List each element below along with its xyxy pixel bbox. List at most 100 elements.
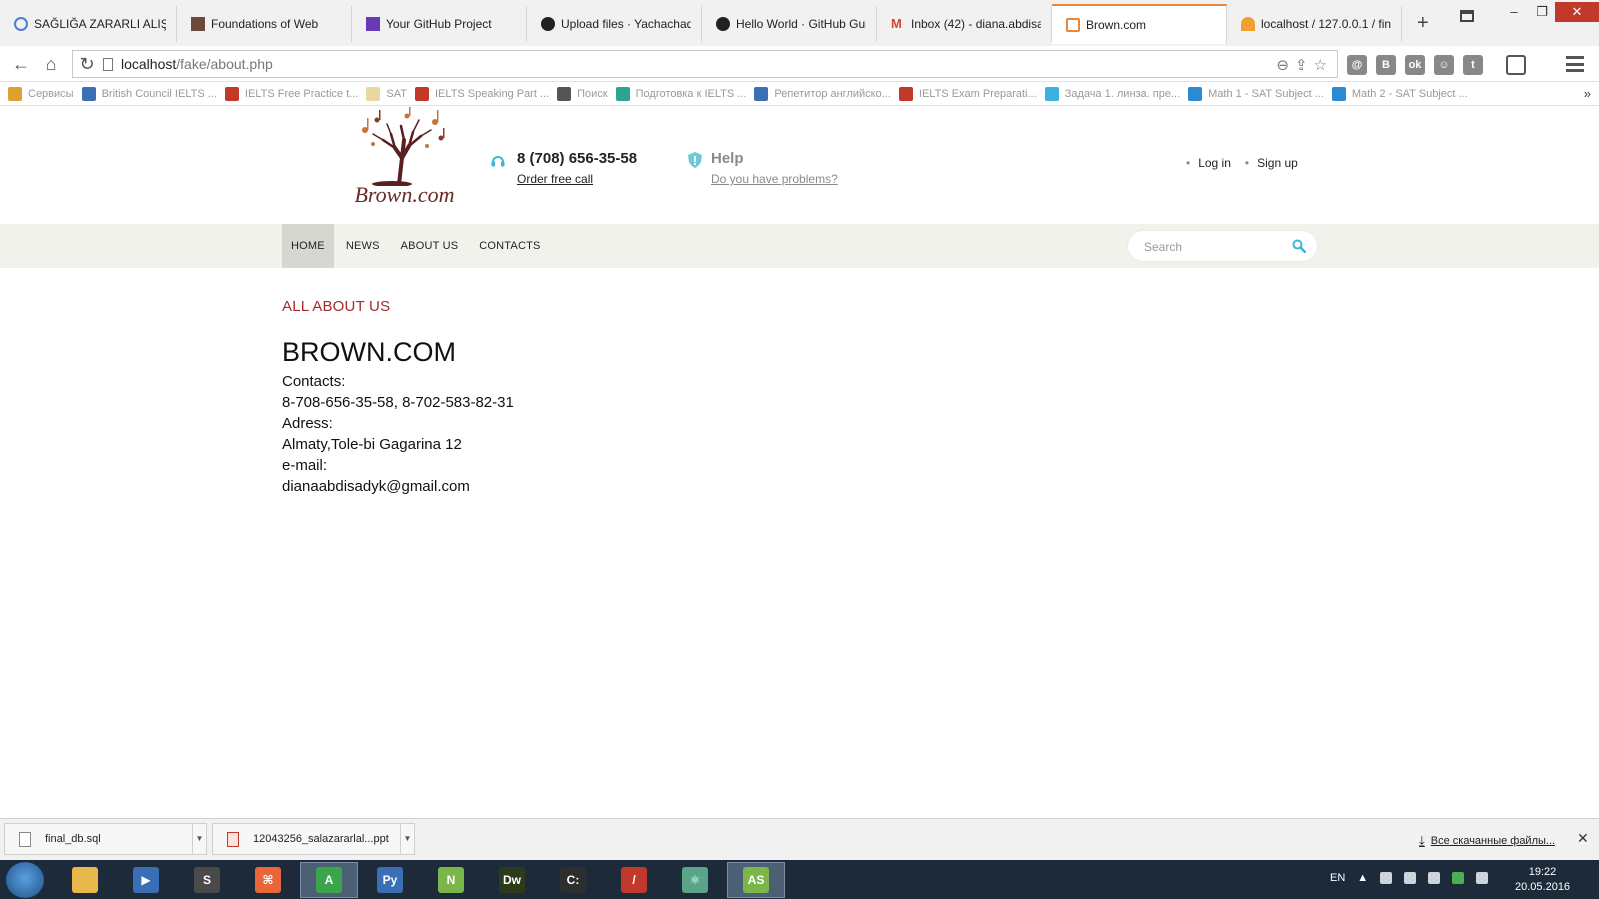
tab-search-icon[interactable] xyxy=(1460,10,1474,22)
download-filename: 12043256_salazararlal...ppt xyxy=(253,833,389,845)
search-icon[interactable] xyxy=(1292,239,1306,253)
aptana-icon: A xyxy=(316,867,342,893)
menu-icon[interactable] xyxy=(1566,56,1584,72)
taskbar-app-dreamweaver[interactable]: Dw xyxy=(483,862,541,898)
chevron-down-icon[interactable]: ▼ xyxy=(192,824,206,854)
clock-time: 19:22 xyxy=(1528,866,1557,878)
search-input[interactable] xyxy=(1144,238,1284,256)
taskbar-app-terminal[interactable]: C: xyxy=(544,862,602,898)
windows-flag-icon[interactable] xyxy=(1380,872,1393,884)
ok-extension-icon[interactable]: ok xyxy=(1405,55,1425,75)
clock-date: 20.05.2016 xyxy=(1515,881,1571,893)
restore-icon[interactable]: ❐ xyxy=(1528,2,1556,22)
taskbar-app-python[interactable]: Py xyxy=(361,862,419,898)
bookmark-item[interactable]: Задача 1. линза. пре... xyxy=(1044,86,1180,101)
bookmark-item[interactable]: Подготовка к IELTS ... xyxy=(615,86,746,101)
start-button[interactable] xyxy=(6,862,44,898)
show-all-downloads-link[interactable]: ⤓ Все скачанные файлы... xyxy=(1419,833,1555,849)
tab-sagliga[interactable]: SAĞLIĞA ZARARLI ALIŞKA xyxy=(0,6,177,42)
language-indicator[interactable]: EN xyxy=(1330,872,1345,884)
bookmark-item[interactable]: IELTS Exam Preparati... xyxy=(898,86,1037,101)
download-item[interactable]: final_db.sql ▼ xyxy=(4,823,207,855)
tray-expand-icon[interactable]: ▲ xyxy=(1357,872,1368,884)
sublime-text-icon: S xyxy=(194,867,220,893)
bookmark-item[interactable]: SAT xyxy=(366,86,407,101)
bookmark-item[interactable]: Сервисы xyxy=(8,86,74,101)
reload-icon[interactable]: ↻ xyxy=(77,52,97,76)
chevron-down-icon[interactable]: ▼ xyxy=(400,824,414,854)
taskbar-app-android-studio[interactable]: AS xyxy=(727,862,785,898)
explorer-icon xyxy=(72,867,98,893)
close-window-icon[interactable]: ✕ xyxy=(1555,2,1599,22)
url-text[interactable]: localhost/fake/about.php xyxy=(121,56,273,72)
battery-icon[interactable] xyxy=(1452,872,1465,884)
tab-label: localhost / 127.0.0.1 / fina xyxy=(1261,17,1391,31)
twitter-extension-icon[interactable]: t xyxy=(1463,55,1483,75)
clock[interactable]: 19:22 20.05.2016 xyxy=(1515,865,1570,895)
bookmark-item[interactable]: Math 2 - SAT Subject ... xyxy=(1331,86,1468,101)
taskbar-app-xampp[interactable]: ⌘ xyxy=(239,862,297,898)
omnibox-actions: ⊖ ⇪ ☆ xyxy=(1276,56,1327,74)
bookmark-item[interactable]: Math 1 - SAT Subject ... xyxy=(1188,86,1324,101)
tab-upload-files[interactable]: Upload files · Yachachadi xyxy=(527,6,702,42)
minimize-icon[interactable]: – xyxy=(1500,2,1528,22)
page-viewport: Brown.com 8 (708) 656-35-58 Order free c… xyxy=(0,106,1599,818)
taskbar-app-atom[interactable]: ⚛ xyxy=(666,862,724,898)
address-bar[interactable]: ↻ localhost/fake/about.php ⊖ ⇪ ☆ xyxy=(72,50,1338,78)
tab-phpmyadmin[interactable]: localhost / 127.0.0.1 / fina xyxy=(1227,6,1402,42)
network-icon[interactable] xyxy=(1428,872,1441,884)
email-label: e-mail: xyxy=(282,457,328,474)
signup-link[interactable]: Sign up xyxy=(1257,156,1298,170)
taskbar-app-sublime-text[interactable]: S xyxy=(178,862,236,898)
tab-brown-com[interactable]: Brown.com xyxy=(1052,4,1227,44)
media-player-icon: ▶ xyxy=(133,867,159,893)
nav-news[interactable]: NEWS xyxy=(337,224,389,268)
taskbar-app-explorer[interactable] xyxy=(56,862,114,898)
zoom-icon[interactable]: ⊖ xyxy=(1276,56,1289,74)
tab-hello-world[interactable]: Hello World · GitHub Gui xyxy=(702,6,877,42)
vk-extension-icon[interactable]: B xyxy=(1376,55,1396,75)
chat-extension-icon[interactable]: ☺ xyxy=(1434,55,1454,75)
tab-inbox[interactable]: M Inbox (42) - diana.abdisa xyxy=(877,6,1052,42)
close-shelf-icon[interactable]: ✕ xyxy=(1577,830,1589,847)
bookmark-item[interactable]: Поиск xyxy=(557,86,608,101)
order-free-call-link[interactable]: Order free call xyxy=(517,172,593,186)
taskbar-app-aptana[interactable]: A xyxy=(300,862,358,898)
bookmark-label: Math 1 - SAT Subject ... xyxy=(1208,87,1324,100)
share-icon[interactable]: ⇪ xyxy=(1295,56,1308,74)
bookmark-favicon-icon xyxy=(415,86,429,101)
bookmarks-overflow-button[interactable]: » xyxy=(1584,86,1591,101)
android-studio-icon: AS xyxy=(743,867,769,893)
browser-toolbar: ← ⌂ ↻ localhost/fake/about.php ⊖ ⇪ ☆ @ B… xyxy=(0,46,1599,82)
new-tab-button[interactable]: + xyxy=(1417,12,1429,35)
bookmark-item[interactable]: Репетитор английско... xyxy=(754,86,891,101)
login-link[interactable]: Log in xyxy=(1198,156,1231,170)
help-problems-link[interactable]: Do you have problems? xyxy=(711,172,838,186)
site-logo[interactable]: Brown.com xyxy=(347,106,462,218)
nav-home[interactable]: HOME xyxy=(282,224,334,268)
nav-contacts[interactable]: CONTACTS xyxy=(470,224,549,268)
back-icon[interactable]: ← xyxy=(8,52,34,76)
bookmark-item[interactable]: IELTS Free Practice t... xyxy=(224,86,358,101)
tab-github-project[interactable]: Your GitHub Project xyxy=(352,6,527,42)
volume-icon[interactable] xyxy=(1404,872,1417,884)
taskbar-app-paint[interactable]: / xyxy=(605,862,663,898)
nav-about-us[interactable]: ABOUT US xyxy=(392,224,468,268)
comments-icon[interactable] xyxy=(1506,55,1526,75)
home-icon[interactable]: ⌂ xyxy=(38,52,64,76)
taskbar-app-notepad-plus[interactable]: N xyxy=(422,862,480,898)
bookmark-star-icon[interactable]: ☆ xyxy=(1314,56,1327,74)
mail-extension-icon[interactable]: @ xyxy=(1347,55,1367,75)
bookmark-favicon-icon xyxy=(1044,86,1059,101)
taskbar-app-media-player[interactable]: ▶ xyxy=(117,862,175,898)
contacts-phones: 8-708-656-35-58, 8-702-583-82-31 xyxy=(282,394,514,411)
bookmark-label: Сервисы xyxy=(28,87,74,100)
tab-foundations[interactable]: Foundations of Web xyxy=(177,6,352,42)
help-title: Help xyxy=(711,150,744,167)
bookmark-item[interactable]: IELTS Speaking Part ... xyxy=(415,86,549,101)
download-item[interactable]: 12043256_salazararlal...ppt ▼ xyxy=(212,823,415,855)
power-icon[interactable] xyxy=(1476,872,1489,884)
main-nav: HOME NEWS ABOUT US CONTACTS xyxy=(0,224,1599,268)
bookmark-item[interactable]: British Council IELTS ... xyxy=(81,86,217,101)
tab-label: Hello World · GitHub Gui xyxy=(736,17,866,31)
